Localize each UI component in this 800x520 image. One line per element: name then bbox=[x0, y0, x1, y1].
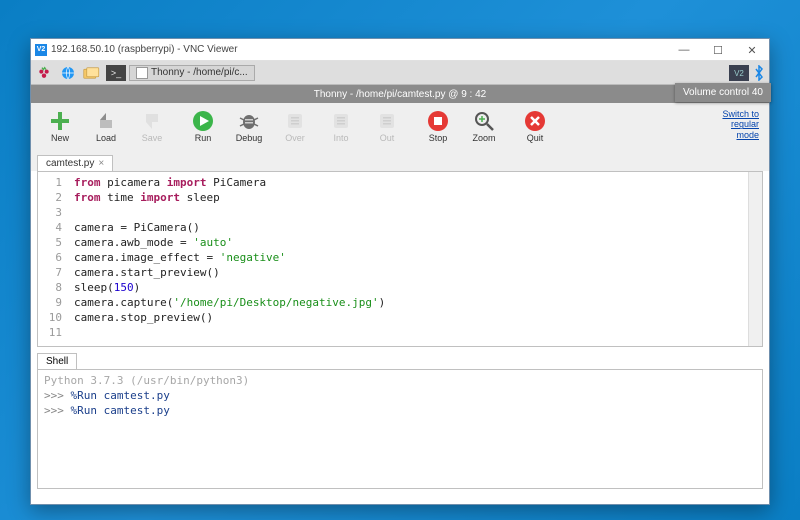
vnc-window: V2 192.168.50.10 (raspberrypi) - VNC Vie… bbox=[30, 38, 770, 505]
file-manager-icon[interactable] bbox=[81, 63, 103, 83]
quit-button[interactable]: Quit bbox=[512, 110, 558, 143]
step-into-icon bbox=[330, 110, 352, 132]
shell-line: >>> %Run camtest.py bbox=[44, 403, 756, 418]
open-icon bbox=[95, 110, 117, 132]
code-editor[interactable]: 1 2 3 4 5 6 7 8 9 10 11 from picamera im… bbox=[37, 171, 763, 347]
switch-mode-link[interactable]: Switch to regular mode bbox=[722, 109, 759, 140]
stop-button[interactable]: Stop bbox=[415, 110, 461, 143]
play-icon bbox=[192, 110, 214, 132]
rpi-taskbar: >_ Thonny - /home/pi/c... V2 Volume cont… bbox=[31, 61, 769, 85]
step-over-button: Over bbox=[272, 110, 318, 143]
new-button[interactable]: New bbox=[37, 110, 83, 143]
step-over-icon bbox=[284, 110, 306, 132]
debug-button[interactable]: Debug bbox=[226, 110, 272, 143]
terminal-icon[interactable]: >_ bbox=[105, 63, 127, 83]
run-button[interactable]: Run bbox=[180, 110, 226, 143]
shell-panel[interactable]: Python 3.7.3 (/usr/bin/python3) >>> %Run… bbox=[37, 369, 763, 489]
vnc-icon: V2 bbox=[35, 44, 47, 56]
shell-tabs: Shell bbox=[37, 351, 763, 369]
step-into-button: Into bbox=[318, 110, 364, 143]
zoom-button[interactable]: Zoom bbox=[461, 110, 507, 143]
shell-line: >>> %Run camtest.py bbox=[44, 388, 756, 403]
thonny-titlebar: Thonny - /home/pi/camtest.py @ 9 : 42 bbox=[31, 85, 769, 103]
close-button[interactable]: ✕ bbox=[735, 39, 769, 61]
thonny-taskbar-item[interactable]: Thonny - /home/pi/c... bbox=[129, 65, 255, 81]
load-button[interactable]: Load bbox=[83, 110, 129, 143]
vnc-tray-icon[interactable]: V2 bbox=[729, 65, 749, 81]
plus-icon bbox=[49, 110, 71, 132]
thonny-task-label: Thonny - /home/pi/c... bbox=[151, 67, 248, 78]
minimize-button[interactable]: — bbox=[667, 39, 701, 61]
shell-tab[interactable]: Shell bbox=[37, 353, 77, 369]
editor-scrollbar[interactable] bbox=[748, 172, 762, 346]
shell-header: Python 3.7.3 (/usr/bin/python3) bbox=[44, 373, 756, 388]
vnc-title: 192.168.50.10 (raspberrypi) - VNC Viewer bbox=[51, 44, 238, 55]
stop-icon bbox=[427, 110, 449, 132]
debug-icon bbox=[238, 110, 260, 132]
tab-label: camtest.py bbox=[46, 158, 94, 169]
save-button: Save bbox=[129, 110, 175, 143]
vnc-titlebar[interactable]: V2 192.168.50.10 (raspberrypi) - VNC Vie… bbox=[31, 39, 769, 61]
browser-icon[interactable] bbox=[57, 63, 79, 83]
raspberry-menu-icon[interactable] bbox=[33, 63, 55, 83]
editor-tabs: camtest.py × bbox=[31, 149, 769, 171]
volume-overlay: Volume control 40 bbox=[675, 83, 771, 102]
step-out-icon bbox=[376, 110, 398, 132]
code-area[interactable]: from picamera import PiCamera from time … bbox=[68, 172, 748, 346]
zoom-icon bbox=[473, 110, 495, 132]
line-gutter: 1 2 3 4 5 6 7 8 9 10 11 bbox=[38, 172, 68, 346]
quit-icon bbox=[524, 110, 546, 132]
editor-tab-camtest[interactable]: camtest.py × bbox=[37, 155, 113, 171]
tab-close-icon[interactable]: × bbox=[98, 158, 104, 169]
maximize-button[interactable]: ☐ bbox=[701, 39, 735, 61]
save-icon bbox=[141, 110, 163, 132]
bluetooth-icon[interactable] bbox=[753, 65, 765, 81]
toolbar: New Load Save Run Debug Over Into bbox=[31, 103, 769, 149]
step-out-button: Out bbox=[364, 110, 410, 143]
thonny-title: Thonny - /home/pi/camtest.py @ 9 : 42 bbox=[314, 89, 486, 100]
thonny-app-icon bbox=[136, 67, 148, 79]
